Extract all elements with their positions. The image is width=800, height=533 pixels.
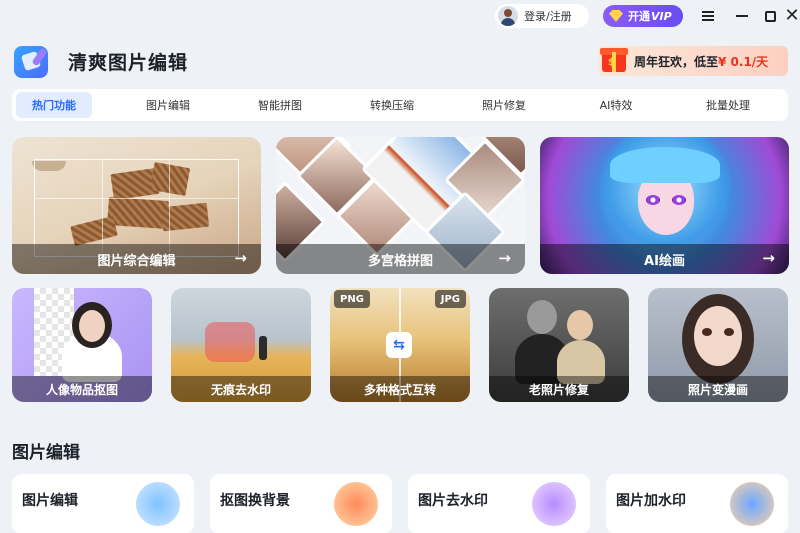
function-card-add-watermark[interactable]: 图片加水印: [606, 474, 788, 533]
background-swap-icon: [334, 482, 378, 526]
diamond-icon: [609, 10, 623, 22]
feature-card-image-edit[interactable]: 图片综合编辑 →: [12, 137, 261, 274]
eraser-icon: [532, 482, 576, 526]
face-illustration: [527, 300, 557, 334]
tool-card-old-photo-repair[interactable]: 老照片修复: [489, 288, 629, 402]
tool-card-cutout[interactable]: 人像物品抠图: [12, 288, 152, 402]
face-illustration: [79, 310, 105, 342]
app-name: 清爽图片编辑: [68, 52, 189, 74]
arrow-right-icon: →: [762, 249, 775, 267]
tab-ai-effects[interactable]: AI特效: [560, 92, 672, 118]
feature-card-collage[interactable]: 多宫格拼图 →: [276, 137, 525, 274]
watermark-mark: [205, 322, 255, 362]
from-format-badge: PNG: [334, 290, 370, 308]
tool-card-watermark-removal[interactable]: 无痕去水印: [171, 288, 311, 402]
feature-card-label: 多宫格拼图: [276, 244, 525, 274]
to-format-badge: JPG: [434, 290, 466, 308]
tab-convert[interactable]: 转换压缩: [336, 92, 448, 118]
tool-card-label: 人像物品抠图: [12, 376, 152, 402]
menu-icon[interactable]: [698, 6, 718, 26]
person-illustration: [259, 336, 267, 360]
login-button[interactable]: 登录/注册: [495, 4, 589, 28]
function-card-label: 图片编辑: [22, 493, 78, 509]
stamp-icon: [730, 482, 774, 526]
crop-frame: [34, 159, 239, 257]
login-label: 登录/注册: [524, 10, 572, 23]
category-tabs: 热门功能 图片编辑 智能拼图 转换压缩 照片修复 AI特效 批量处理: [12, 89, 788, 121]
gift-icon: $: [600, 42, 630, 74]
promo-price: ¥ 0.1/天: [718, 54, 769, 69]
feature-card-label: AI绘画: [540, 244, 789, 274]
tool-card-label: 老照片修复: [489, 376, 629, 402]
section-title: 图片编辑: [12, 443, 80, 463]
vip-label: 开通: [628, 10, 650, 23]
tab-batch[interactable]: 批量处理: [672, 92, 784, 118]
eye-illustration: [702, 328, 712, 336]
tool-card-cartoon[interactable]: 照片变漫画: [648, 288, 788, 402]
function-card-remove-watermark[interactable]: 图片去水印: [408, 474, 590, 533]
title-bar: 登录/注册 开通 VIP ✕: [0, 0, 800, 34]
minimize-icon[interactable]: [732, 6, 752, 26]
feature-card-label: 图片综合编辑: [12, 244, 261, 274]
eye-illustration: [724, 328, 734, 336]
vip-suffix: VIP: [651, 9, 672, 23]
tab-collage[interactable]: 智能拼图: [224, 92, 336, 118]
bangs-illustration: [610, 147, 720, 183]
function-card-cutout-background[interactable]: 抠图换背景: [210, 474, 392, 533]
arrow-right-icon: →: [234, 249, 247, 267]
feature-card-ai-drawing[interactable]: AI绘画 →: [540, 137, 789, 274]
tool-card-label: 无痕去水印: [171, 376, 311, 402]
tab-image-edit[interactable]: 图片编辑: [112, 92, 224, 118]
tool-card-format-convert[interactable]: PNG JPG ⇆ 多种格式互转: [330, 288, 470, 402]
function-card-image-edit[interactable]: 图片编辑: [12, 474, 194, 533]
edit-icon: [136, 482, 180, 526]
close-icon[interactable]: ✕: [782, 6, 800, 26]
eye-illustration: [672, 195, 686, 205]
avatar: [498, 6, 518, 26]
face-illustration: [694, 306, 742, 366]
app-logo: [14, 46, 48, 78]
tab-hot[interactable]: 热门功能: [16, 92, 92, 118]
tool-card-label: 照片变漫画: [648, 376, 788, 402]
arrow-right-icon: →: [498, 249, 511, 267]
eye-illustration: [646, 195, 660, 205]
swap-icon: ⇆: [386, 332, 412, 358]
promo-text: 周年狂欢，低至: [634, 54, 719, 69]
function-card-label: 图片加水印: [616, 493, 686, 509]
vip-button[interactable]: 开通 VIP: [603, 5, 683, 27]
tab-repair[interactable]: 照片修复: [448, 92, 560, 118]
function-card-label: 抠图换背景: [220, 493, 290, 509]
tool-card-label: 多种格式互转: [330, 376, 470, 402]
maximize-icon[interactable]: [760, 6, 780, 26]
face-illustration: [567, 310, 593, 340]
function-card-label: 图片去水印: [418, 493, 488, 509]
promo-banner[interactable]: $ 周年狂欢，低至 ¥ 0.1/天: [598, 46, 788, 76]
